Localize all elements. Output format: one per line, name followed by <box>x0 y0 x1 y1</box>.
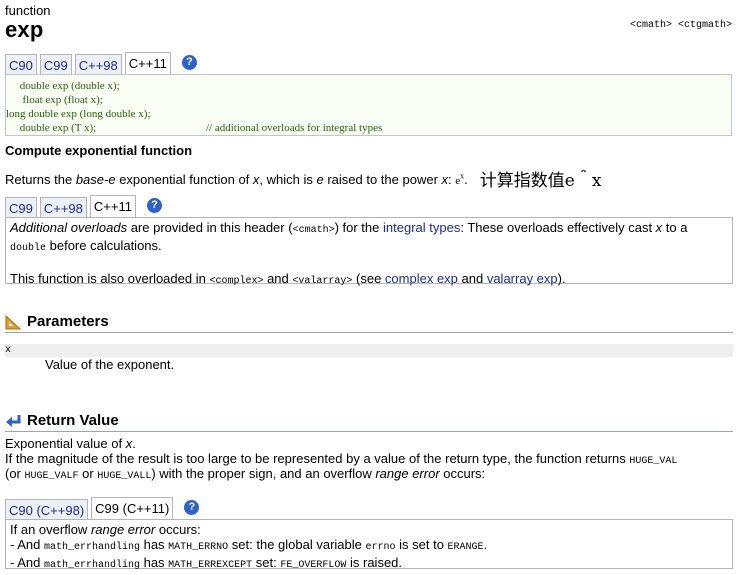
integral-types-link[interactable]: integral types <box>383 220 460 235</box>
tab-c99[interactable]: C99 <box>39 54 72 74</box>
help-icon[interactable]: ? <box>181 55 197 70</box>
tab-c90-cpp98[interactable]: C90 (C++98) <box>5 499 89 519</box>
page-title: exp <box>5 17 44 42</box>
ruler-icon <box>5 314 22 329</box>
param-name: x <box>5 344 733 357</box>
function-summary: Compute exponential function <box>5 143 193 158</box>
tab-cpp98[interactable]: C++98 <box>74 54 122 74</box>
prototype-box: double exp (double x); float exp (float … <box>5 74 732 136</box>
tab-cpp11[interactable]: C++11 <box>89 195 136 217</box>
help-icon[interactable]: ? <box>146 198 162 213</box>
prototype-line: long double exp (long double x); <box>6 108 151 120</box>
tab-cpp98[interactable]: C++98 <box>39 197 87 217</box>
tab-c90[interactable]: C90 <box>5 54 37 74</box>
return-value-line: Exponential value of x. <box>5 436 136 451</box>
return-value-line: (or HUGE_VALF or HUGE_VALL) with the pro… <box>5 466 486 482</box>
section-divider <box>5 332 733 333</box>
prototype-line: double exp (double x); <box>6 80 120 92</box>
version-tabs-top: C90 C99 C++98 C++11 ? <box>5 52 197 74</box>
prototype-line: float exp (float x); <box>6 94 103 106</box>
return-arrow-icon <box>6 414 21 427</box>
prototype-comment: // additional overloads for integral typ… <box>206 122 383 134</box>
section-divider <box>5 431 733 432</box>
errors-box: If an overflow range error occurs: - And… <box>5 519 733 571</box>
chinese-note: 计算指数值e＾x <box>479 171 602 191</box>
header-files: <cmath> <ctgmath> <box>629 20 732 31</box>
overloads-box: Additional overloads are provided in thi… <box>5 217 733 287</box>
parameters-heading: Parameters <box>5 313 109 330</box>
function-description: Returns the base-e exponential function … <box>5 171 602 191</box>
help-icon[interactable]: ? <box>184 500 200 515</box>
tab-c99-cpp11[interactable]: C99 (C++11) <box>91 497 174 519</box>
version-tabs-mid: C99 C++98 C++11 ? <box>5 195 162 217</box>
valarray-exp-link[interactable]: valarray exp <box>487 271 558 286</box>
version-tabs-bottom: C90 (C++98) C99 (C++11) ? <box>5 497 200 519</box>
tab-c99[interactable]: C99 <box>5 197 37 217</box>
tab-cpp11[interactable]: C++11 <box>124 52 171 74</box>
page-kind: function <box>5 3 51 18</box>
complex-exp-link[interactable]: complex exp <box>385 271 458 286</box>
param-description: Value of the exponent. <box>45 357 175 372</box>
prototype-line: double exp (T x); <box>6 122 97 134</box>
return-value-heading: Return Value <box>5 412 119 429</box>
